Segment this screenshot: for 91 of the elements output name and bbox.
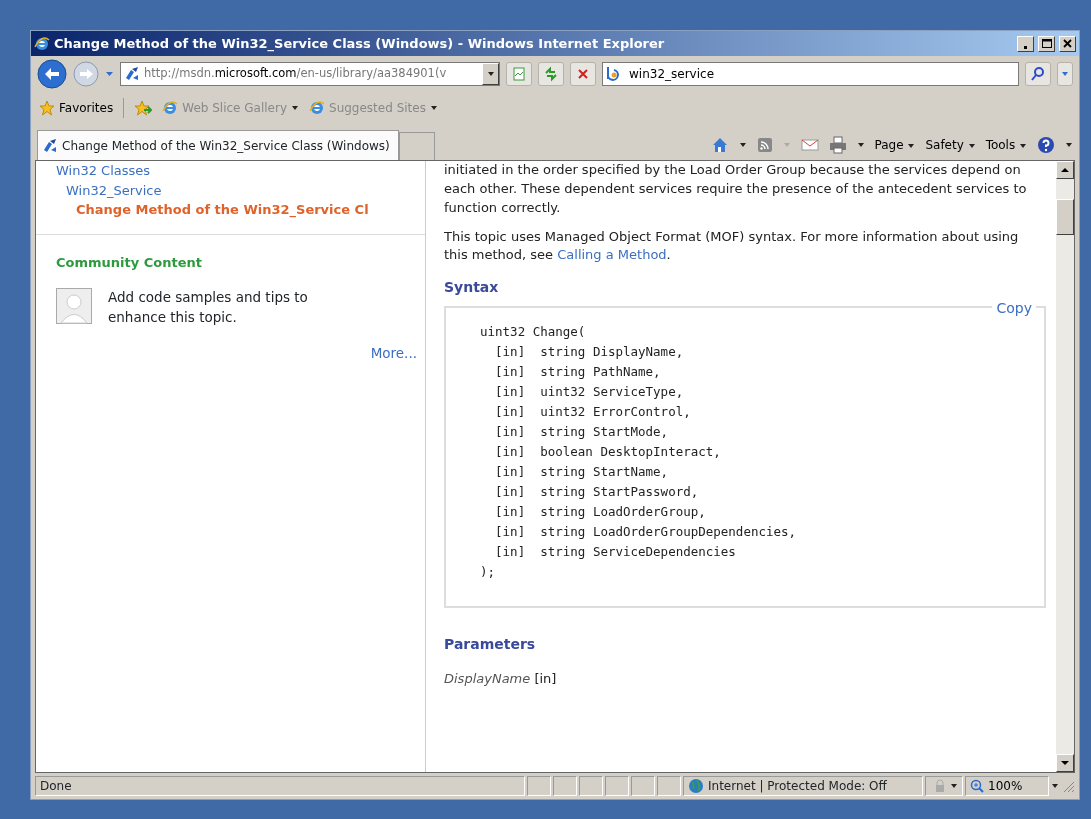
refresh-icon [543, 66, 559, 82]
caret-icon[interactable] [1065, 141, 1073, 149]
ie-logo-icon [162, 100, 179, 116]
avatar-placeholder-icon [56, 288, 92, 324]
command-menu-button[interactable]: Safety [925, 136, 976, 154]
code-line: [in] string StartMode, [494, 422, 670, 441]
minimize-button[interactable] [1017, 35, 1034, 52]
section-heading: Parameters [444, 634, 537, 654]
dropdown-arrow-icon[interactable] [105, 70, 114, 78]
code-line: [in] string StartPassword, [494, 482, 700, 501]
caret-icon [429, 104, 438, 112]
close-button[interactable] [1059, 35, 1076, 52]
stop-button[interactable] [570, 62, 596, 86]
code-line: [in] string LoadOrderGroup, [494, 502, 707, 521]
browser-tab[interactable]: Change Method of the Win32_Service Class (Windows) [37, 130, 399, 160]
star-icon [39, 100, 55, 116]
search-field[interactable]: win32_service [602, 62, 1019, 86]
search-button[interactable] [1025, 62, 1051, 86]
status-panel [631, 776, 655, 796]
code-line: [in] string LoadOrderGroupDependencies, [494, 522, 798, 541]
command-menu-button[interactable]: Page [874, 136, 916, 154]
caret-icon[interactable] [856, 141, 865, 149]
link[interactable]: Calling a Method [557, 247, 667, 263]
scroll-up-icon[interactable] [1061, 167, 1069, 173]
code-line: [in] uint32 ServiceType, [494, 382, 685, 401]
maximize-icon [1041, 38, 1052, 49]
scroll-down-icon[interactable] [1061, 760, 1069, 766]
community-text: Add code samples and tips to enhance this topic. [108, 288, 309, 327]
compatibility-icon [511, 66, 527, 82]
favorites-button[interactable]: Favorites [39, 99, 114, 117]
caret-icon [1019, 141, 1027, 150]
code-line: [in] uint32 ErrorControl, [494, 402, 692, 421]
status-panel [657, 776, 681, 796]
scrollbar-thumb[interactable] [1056, 199, 1074, 235]
caret-icon [967, 141, 976, 150]
zone-text: Internet | Protected Mode: Off [683, 776, 923, 796]
paragraph-text: This topic uses Managed Object Format (MOF) syntax. For more information about using this method, see Calling a Method. [444, 227, 1020, 265]
code-line: ); [480, 562, 497, 581]
url-text: http://msdn.microsoft.com/en-us/library/aa384901(v [144, 65, 448, 83]
search-icon [1030, 66, 1046, 82]
maximize-button[interactable] [1038, 35, 1055, 52]
caret-icon [950, 782, 958, 790]
section-heading: Syntax [444, 278, 500, 298]
vertical-scrollbar[interactable] [1056, 161, 1074, 772]
code-line: [in] string ServiceDependencies [494, 542, 737, 561]
code-line: [in] string StartName, [494, 462, 670, 481]
more-link[interactable]: More... [370, 345, 417, 362]
zoom-icon [970, 779, 984, 793]
caret-icon [907, 141, 916, 150]
code-line: [in] string PathName, [494, 362, 662, 381]
feed-icon[interactable] [756, 137, 773, 153]
code-line: uint32 Change( [480, 322, 587, 341]
site-logo-icon [124, 66, 140, 82]
status-panel [579, 776, 603, 796]
refresh-button[interactable] [538, 62, 564, 86]
search-options-button[interactable] [1057, 62, 1073, 86]
status-text: Done [35, 776, 525, 796]
command-menu-button[interactable]: Tools [985, 136, 1027, 154]
site-logo-icon [42, 137, 58, 154]
parameter-name: DisplayName [in] [444, 669, 558, 688]
address-field[interactable]: http://msdn.microsoft.com/en-us/library/aa384901(v [120, 62, 500, 86]
caret-icon [291, 104, 299, 112]
status-panel [553, 776, 577, 796]
help-icon[interactable] [1037, 136, 1055, 154]
caret-icon[interactable] [1051, 782, 1059, 790]
close-icon [1062, 38, 1073, 49]
breadcrumb-link[interactable]: Win32_Service [66, 182, 162, 198]
paragraph-text: initiated in the order specified by the Load Order Group because the services depend on each other. These dependent services require the presence of the antecedent services to function correctly. [444, 161, 1028, 217]
breadcrumb-link[interactable]: Win32 Classes [56, 163, 151, 178]
section-heading: Community Content [56, 253, 203, 272]
caret-icon [486, 70, 495, 78]
code-line: [in] boolean DesktopInteract, [494, 442, 722, 461]
mail-icon[interactable] [800, 138, 819, 152]
globe-icon [688, 778, 704, 794]
caret-icon[interactable] [738, 141, 747, 149]
breadcrumb-link[interactable]: Change Method of the Win32_Service Cl [76, 202, 369, 217]
window-title: Change Method of the Win32_Service Class (Windows) - Windows Internet Explorer [54, 34, 666, 54]
address-dropdown-button[interactable] [482, 63, 499, 85]
forward-button[interactable] [73, 61, 99, 87]
status-panel [527, 776, 551, 796]
printer-icon[interactable] [828, 136, 847, 154]
caret-icon [1061, 70, 1069, 78]
back-button[interactable] [37, 59, 67, 89]
minimize-icon [1022, 45, 1029, 49]
zoom-button[interactable]: 100% [965, 776, 1049, 796]
status-panel [605, 776, 629, 796]
security-dropdown-button[interactable] [925, 776, 963, 796]
resize-grip-icon [1061, 779, 1075, 793]
code-line: [in] string DisplayName, [494, 342, 685, 361]
ie-logo-icon [34, 35, 50, 52]
ie-logo-icon [309, 100, 325, 116]
